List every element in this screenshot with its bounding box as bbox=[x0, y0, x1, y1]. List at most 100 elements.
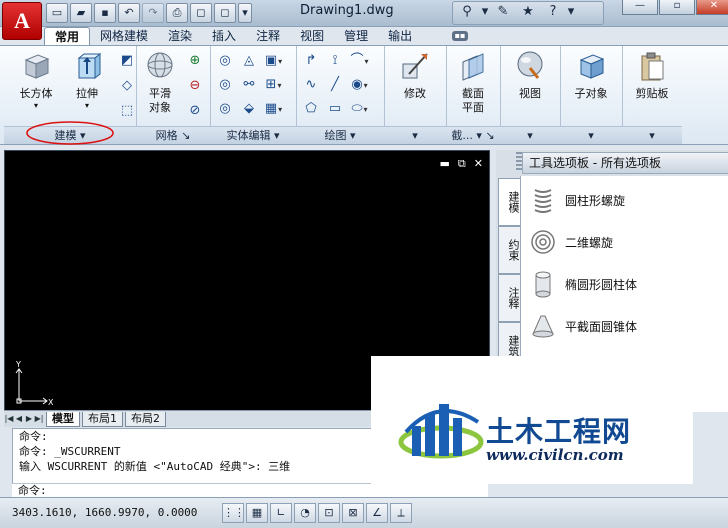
mesh-smooth-more-icon[interactable]: ⊕ bbox=[184, 50, 206, 72]
circle-icon[interactable]: ◉ bbox=[348, 74, 370, 96]
save-icon[interactable]: ▪ bbox=[94, 3, 116, 23]
spline-icon[interactable]: ∿ bbox=[300, 74, 322, 96]
panel-title-modify[interactable]: ▾ bbox=[384, 126, 446, 144]
palette-tab-annotation[interactable]: 注释 bbox=[498, 274, 522, 322]
qat-dropdown-icon[interactable]: ▾ bbox=[238, 3, 252, 23]
new-file-icon[interactable]: ▭ bbox=[46, 3, 68, 23]
extract-edges-icon[interactable]: ▣ bbox=[262, 50, 284, 72]
planar-surface-icon[interactable]: ◇ bbox=[116, 75, 138, 97]
polar-tracking-icon[interactable]: ◔ bbox=[294, 503, 316, 523]
tab-layout2[interactable]: 布局2 bbox=[125, 411, 166, 427]
last-tab-icon[interactable]: ▶| bbox=[34, 413, 44, 425]
viewport-restore-icon[interactable]: ⧉ bbox=[458, 157, 466, 171]
snap-mode-icon[interactable]: ⋮⋮ bbox=[222, 503, 245, 523]
prev-tab-icon[interactable]: ◀ bbox=[14, 413, 24, 425]
maximize-icon[interactable]: ▫ bbox=[659, 0, 695, 15]
redo-icon[interactable]: ↷ bbox=[142, 3, 164, 23]
thicken-icon[interactable]: ⬙ bbox=[238, 98, 260, 120]
panel-title-section[interactable]: 截... ▾ ↘ bbox=[446, 126, 500, 144]
ribbon-minimize-toggle[interactable]: ▪▪ bbox=[452, 31, 468, 41]
rectangle-icon[interactable]: ▭ bbox=[324, 98, 346, 120]
line-icon[interactable]: ╱ bbox=[324, 74, 346, 96]
palette-tab-modeling[interactable]: 建模 bbox=[498, 178, 522, 226]
tab-output[interactable]: 输出 bbox=[378, 27, 422, 46]
arc-icon[interactable]: ⌒ bbox=[348, 50, 370, 72]
undo-icon[interactable]: ↶ bbox=[118, 3, 140, 23]
subtract-icon[interactable]: ◎ bbox=[214, 74, 236, 96]
smooth-object-button[interactable]: 平滑 对象 bbox=[140, 50, 180, 115]
3d-object-snap-icon[interactable]: ⊠ bbox=[342, 503, 364, 523]
palette-item-2d-helix[interactable]: 二维螺旋 bbox=[529, 226, 613, 258]
tab-insert[interactable]: 插入 bbox=[202, 27, 246, 46]
panel-title-draw[interactable]: 绘图 ▾ bbox=[296, 126, 384, 144]
ortho-mode-icon[interactable]: ∟ bbox=[270, 503, 292, 523]
tab-layout1[interactable]: 布局1 bbox=[82, 411, 123, 427]
binoculars-icon[interactable]: ⚲ bbox=[456, 2, 478, 22]
help-icon[interactable]: ? bbox=[542, 2, 564, 22]
object-snap-icon[interactable]: ⊡ bbox=[318, 503, 340, 523]
extrude-button[interactable]: 拉伸 ▾ bbox=[62, 50, 112, 110]
tab-mesh-modeling[interactable]: 网格建模 bbox=[90, 27, 158, 46]
tab-annotate[interactable]: 注释 bbox=[246, 27, 290, 46]
modify-label: 修改 bbox=[404, 87, 426, 100]
clipboard-button[interactable]: 剪贴板 bbox=[628, 50, 676, 101]
ellipse-icon[interactable]: ⬭ bbox=[348, 98, 370, 120]
watermark-brand-text: 土木工程网 bbox=[486, 415, 632, 448]
section-plane-label: 截面 平面 bbox=[462, 87, 484, 114]
grid-display-icon[interactable]: ▦ bbox=[246, 503, 268, 523]
mesh-refine-icon[interactable]: ⊘ bbox=[184, 100, 206, 122]
interfere-icon[interactable]: ⚯ bbox=[238, 74, 260, 96]
panel-title-view[interactable]: ▾ bbox=[500, 126, 560, 144]
first-tab-icon[interactable]: |◀ bbox=[4, 413, 14, 425]
tab-view[interactable]: 视图 bbox=[290, 27, 334, 46]
dynamic-ucs-icon[interactable]: ⟂ bbox=[390, 503, 412, 523]
intersect-icon[interactable]: ◎ bbox=[214, 98, 236, 120]
subobject-button[interactable]: 子对象 bbox=[568, 50, 614, 101]
window-controls: — ▫ ✕ bbox=[622, 0, 728, 15]
box-button[interactable]: 长方体 ▾ bbox=[10, 50, 62, 110]
palette-tab-constraints[interactable]: 约束 bbox=[498, 226, 522, 274]
modify-button[interactable]: 修改 bbox=[392, 50, 438, 101]
presspull-icon[interactable]: ⬚ bbox=[116, 100, 138, 122]
viewport-minimize-icon[interactable]: ▬ bbox=[440, 157, 450, 171]
palette-item-elliptical-cylinder[interactable]: 椭圆形圆柱体 bbox=[529, 268, 637, 300]
tab-render[interactable]: 渲染 bbox=[158, 27, 202, 46]
communication-center-icon[interactable]: ✎ bbox=[492, 2, 514, 22]
polysolid-icon[interactable]: ◩ bbox=[116, 50, 138, 72]
viewport-close-icon[interactable]: ✕ bbox=[474, 157, 483, 171]
command-input[interactable]: 命令: bbox=[12, 483, 488, 498]
open-folder-icon[interactable]: ▰ bbox=[70, 3, 92, 23]
panel-title-clipboard[interactable]: ▾ bbox=[622, 126, 682, 144]
imprint-icon[interactable]: ⊞ bbox=[262, 74, 284, 96]
viewport-controls: ▬ ⧉ ✕ bbox=[440, 157, 483, 171]
workspace-icon[interactable]: ◻ bbox=[190, 3, 212, 23]
view-button[interactable]: 视图 bbox=[508, 50, 552, 101]
application-menu-button[interactable]: A bbox=[2, 2, 42, 40]
polygon-icon[interactable]: ⬠ bbox=[300, 98, 322, 120]
minimize-icon[interactable]: — bbox=[622, 0, 658, 15]
help-dropdown-icon[interactable]: ▾ bbox=[567, 2, 575, 22]
close-icon[interactable]: ✕ bbox=[696, 0, 728, 15]
panel-title-solid-editing[interactable]: 实体编辑 ▾ bbox=[210, 126, 296, 144]
mesh-smooth-less-icon[interactable]: ⊖ bbox=[184, 75, 206, 97]
print-icon[interactable]: ⎙ bbox=[166, 3, 188, 23]
object-snap-tracking-icon[interactable]: ∠ bbox=[366, 503, 388, 523]
helix-icon[interactable]: ⟟ bbox=[324, 50, 346, 72]
favorites-star-icon[interactable]: ★ bbox=[517, 2, 539, 22]
union-icon[interactable]: ◎ bbox=[214, 50, 236, 72]
workspace-alt-icon[interactable]: ◻ bbox=[214, 3, 236, 23]
tab-home[interactable]: 常用 bbox=[44, 27, 91, 47]
section-plane-button[interactable]: 截面 平面 bbox=[450, 50, 496, 115]
panel-title-subobject[interactable]: ▾ bbox=[560, 126, 622, 144]
palette-header[interactable]: 工具选项板 - 所有选项板 bbox=[522, 152, 728, 174]
smooth-object-label: 平滑 对象 bbox=[149, 87, 171, 114]
palette-item-frustum-cone[interactable]: 平截面圆锥体 bbox=[529, 310, 637, 342]
palette-item-cylindrical-helix[interactable]: 圆柱形螺旋 bbox=[529, 184, 625, 216]
separate-icon[interactable]: ▦ bbox=[262, 98, 284, 120]
3d-polyline-icon[interactable]: ↱ bbox=[300, 50, 322, 72]
search-dropdown-icon[interactable]: ▾ bbox=[481, 2, 489, 22]
slice-icon[interactable]: ◬ bbox=[238, 50, 260, 72]
tab-manage[interactable]: 管理 bbox=[334, 27, 378, 46]
next-tab-icon[interactable]: ▶ bbox=[24, 413, 34, 425]
tab-model[interactable]: 模型 bbox=[46, 411, 80, 427]
